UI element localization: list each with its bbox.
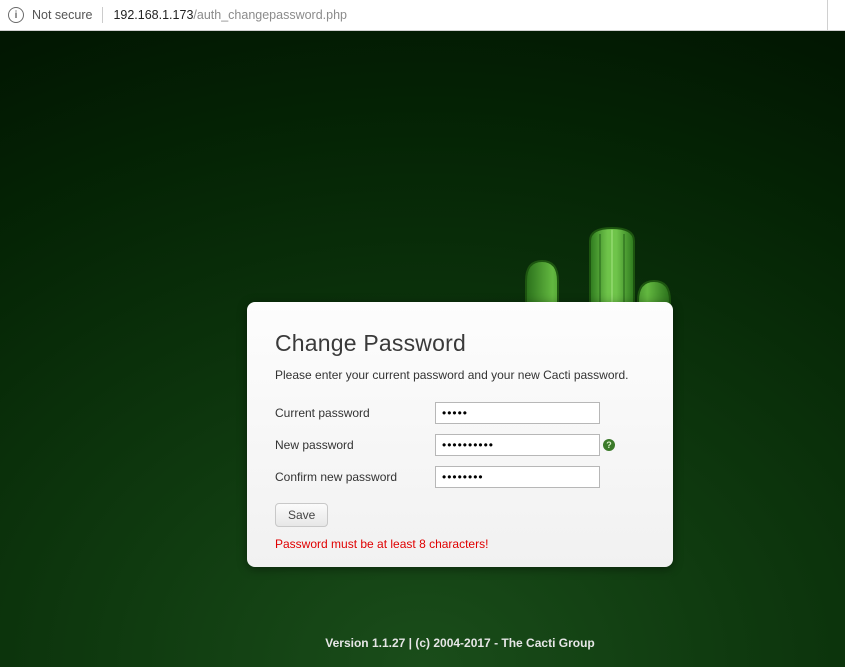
address-bar: i Not secure 192.168.1.173/auth_changepa… [0, 0, 845, 31]
confirm-password-input[interactable] [435, 466, 600, 488]
fields: Current password New password ? Confirm … [275, 397, 645, 493]
current-password-label: Current password [275, 397, 435, 429]
error-message: Password must be at least 8 characters! [275, 537, 645, 551]
page-title: Change Password [275, 330, 645, 357]
security-label[interactable]: Not secure [32, 8, 92, 22]
address-separator [102, 7, 103, 23]
change-password-card: Change Password Please enter your curren… [247, 302, 673, 567]
url[interactable]: 192.168.1.173/auth_changepassword.php [113, 8, 347, 22]
new-password-label: New password [275, 429, 435, 461]
url-host: 192.168.1.173 [113, 8, 193, 22]
instructions-text: Please enter your current password and y… [275, 367, 645, 383]
confirm-password-label: Confirm new password [275, 461, 435, 493]
save-button[interactable]: Save [275, 503, 328, 527]
help-icon[interactable]: ? [603, 439, 615, 451]
current-password-input[interactable] [435, 402, 600, 424]
new-password-input[interactable] [435, 434, 600, 456]
info-icon[interactable]: i [8, 7, 24, 23]
address-bar-right-edge [827, 0, 837, 31]
page-background: Change Password Please enter your curren… [0, 31, 845, 667]
footer-text: Version 1.1.27 | (c) 2004-2017 - The Cac… [247, 636, 673, 650]
url-path: /auth_changepassword.php [193, 8, 347, 22]
